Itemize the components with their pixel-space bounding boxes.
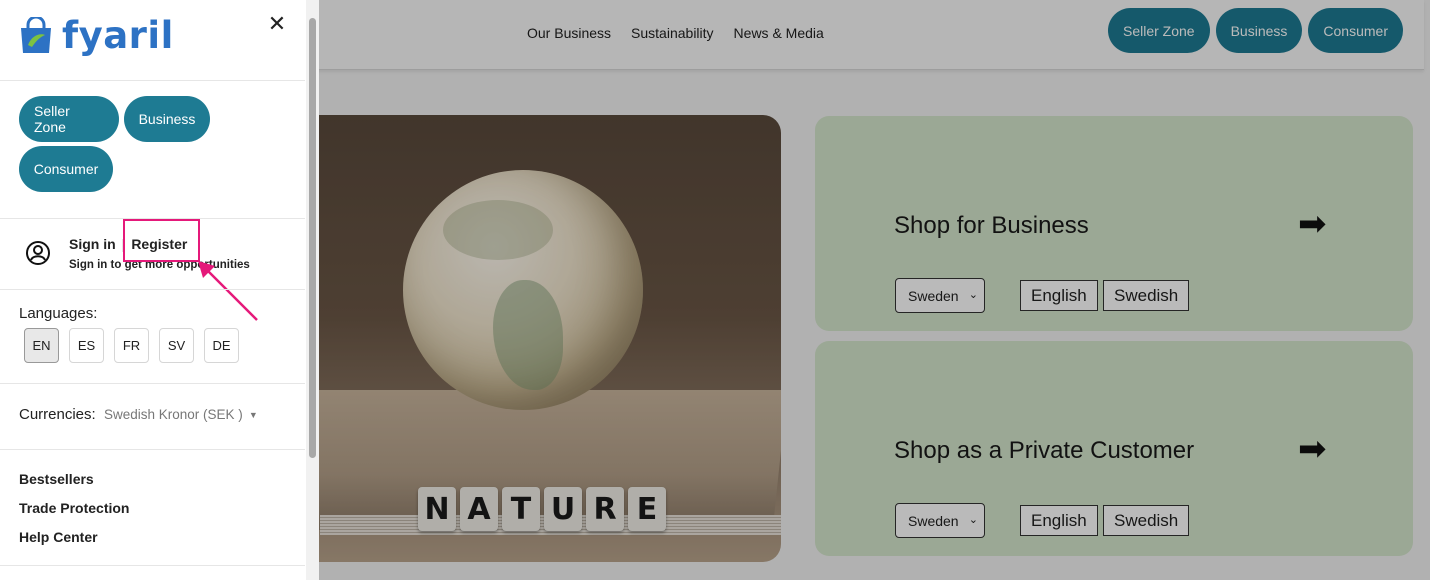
drawer-links: Bestsellers Trade Protection Help Center — [19, 471, 129, 558]
consumer-button[interactable]: Consumer — [19, 146, 113, 192]
currency-select[interactable]: Swedish Kronor (SEK ) ▼ — [104, 407, 258, 422]
lang-button-en[interactable]: EN — [24, 328, 59, 363]
language-buttons: EN ES FR SV DE — [24, 328, 239, 363]
caret-down-icon: ▼ — [248, 410, 258, 421]
lang-button-sv[interactable]: SV — [159, 328, 194, 363]
shopping-bag-logo-icon — [21, 16, 51, 53]
languages-title: Languages: — [19, 305, 98, 322]
side-drawer: fyaril ✕ Seller Zone Business Consumer S… — [0, 0, 319, 580]
drawer-scrollbar[interactable] — [306, 0, 319, 580]
link-help-center[interactable]: Help Center — [19, 529, 129, 558]
divider — [0, 289, 305, 290]
lang-button-fr[interactable]: FR — [114, 328, 149, 363]
fyaril-logo[interactable]: fyaril — [18, 14, 174, 57]
link-bestsellers[interactable]: Bestsellers — [19, 471, 129, 500]
logo-text: fyaril — [62, 14, 174, 57]
currency-value: Swedish Kronor (SEK ) — [104, 407, 243, 422]
business-button[interactable]: Business — [124, 96, 210, 142]
close-icon[interactable]: ✕ — [266, 11, 288, 36]
register-highlight-box — [123, 219, 200, 262]
link-trade-protection[interactable]: Trade Protection — [19, 500, 129, 529]
seller-zone-button[interactable]: Seller Zone — [19, 96, 119, 142]
lang-button-es[interactable]: ES — [69, 328, 104, 363]
divider — [0, 565, 305, 566]
user-circle-icon — [26, 241, 50, 265]
divider — [0, 449, 305, 450]
lang-button-de[interactable]: DE — [204, 328, 239, 363]
divider — [0, 383, 305, 384]
annotation-arrow — [198, 261, 258, 321]
divider — [0, 80, 305, 81]
signin-link[interactable]: Sign in — [69, 236, 116, 252]
currencies-label: Currencies: — [19, 406, 96, 423]
scrollbar-thumb[interactable] — [309, 18, 316, 458]
